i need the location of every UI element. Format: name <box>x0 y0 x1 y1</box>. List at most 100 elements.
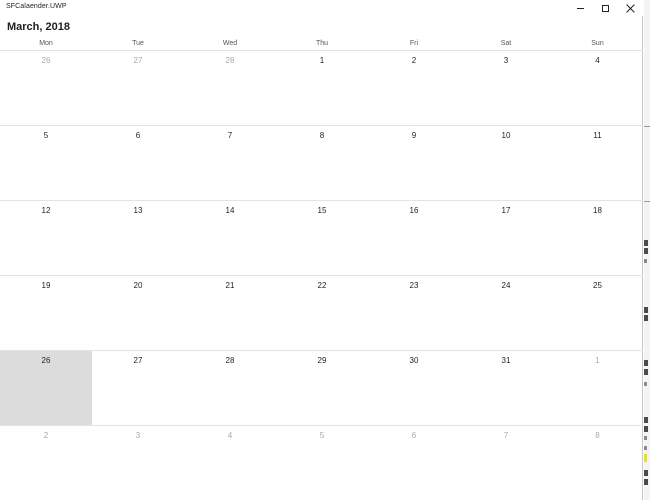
day-cell[interactable]: 2 <box>0 426 92 500</box>
day-number: 15 <box>317 206 327 215</box>
day-cell[interactable]: 27 <box>92 51 184 126</box>
day-cell[interactable]: 14 <box>184 201 276 276</box>
month-grid: 26 27 28 1 2 3 4 5 6 7 8 9 10 11 12 13 14 15 16 17 18 19 20 21 2… <box>0 51 643 500</box>
day-cell[interactable]: 5 <box>0 126 92 201</box>
day-cell[interactable]: 27 <box>92 351 184 426</box>
day-cell[interactable]: 10 <box>460 126 552 201</box>
day-number: 1 <box>319 56 325 65</box>
day-cell[interactable]: 6 <box>92 126 184 201</box>
day-number: 3 <box>135 431 141 440</box>
day-number: 10 <box>501 131 511 140</box>
day-cell[interactable]: 8 <box>276 126 368 201</box>
day-number: 18 <box>593 206 602 215</box>
weekday-label-tue: Tue <box>132 40 144 47</box>
day-cell[interactable]: 3 <box>460 51 552 126</box>
day-number: 27 <box>133 356 143 365</box>
day-cell[interactable]: 15 <box>276 201 368 276</box>
background-highlight <box>644 454 647 462</box>
day-cell[interactable]: 11 <box>552 126 643 201</box>
day-number: 3 <box>503 56 509 65</box>
day-number: 21 <box>225 281 235 290</box>
background-text-fragment <box>644 240 648 246</box>
weekday-header-row: Mon Tue Wed Thu Fri Sat Sun <box>0 40 643 51</box>
day-cell[interactable]: 19 <box>0 276 92 351</box>
day-number: 29 <box>317 356 327 365</box>
minimize-button[interactable] <box>567 0 593 16</box>
day-cell[interactable]: 4 <box>184 426 276 500</box>
day-cell[interactable]: 28 <box>184 51 276 126</box>
day-cell[interactable]: 23 <box>368 276 460 351</box>
background-text-fragment <box>644 436 647 440</box>
day-number: 13 <box>133 206 143 215</box>
weekday-label-sat: Sat <box>500 40 512 47</box>
day-cell[interactable]: 7 <box>460 426 552 500</box>
day-cell[interactable]: 28 <box>184 351 276 426</box>
day-number: 14 <box>225 206 235 215</box>
day-cell[interactable]: 2 <box>368 51 460 126</box>
close-button[interactable] <box>617 0 643 16</box>
day-cell[interactable]: 17 <box>460 201 552 276</box>
background-text-fragment <box>644 259 647 263</box>
day-cell[interactable]: 8 <box>552 426 643 500</box>
day-cell[interactable]: 6 <box>368 426 460 500</box>
month-header[interactable]: March, 2018 <box>7 21 70 33</box>
background-text-fragment <box>644 417 648 423</box>
day-cell[interactable]: 25 <box>552 276 643 351</box>
day-cell[interactable]: 18 <box>552 201 643 276</box>
day-cell-selected[interactable]: 26 <box>0 351 92 426</box>
weekday-label-fri: Fri <box>409 40 419 47</box>
day-cell[interactable]: 21 <box>184 276 276 351</box>
app-title: SFCalaender.UWP <box>6 3 67 10</box>
day-number: 2 <box>411 56 417 65</box>
background-text-fragment <box>644 426 648 432</box>
day-number: 23 <box>409 281 419 290</box>
day-cell[interactable]: 16 <box>368 201 460 276</box>
day-number: 24 <box>501 281 511 290</box>
day-cell[interactable]: 12 <box>0 201 92 276</box>
day-number: 22 <box>317 281 327 290</box>
background-window-edge <box>644 0 650 500</box>
minimize-icon <box>576 7 584 9</box>
day-number: 5 <box>43 131 49 140</box>
day-cell[interactable]: 24 <box>460 276 552 351</box>
day-cell[interactable]: 13 <box>92 201 184 276</box>
day-cell[interactable]: 29 <box>276 351 368 426</box>
day-number: 28 <box>225 56 235 65</box>
background-text-fragment <box>644 307 648 313</box>
day-cell[interactable]: 26 <box>0 51 92 126</box>
background-text-fragment <box>644 470 648 476</box>
background-text-fragment <box>644 360 648 366</box>
day-cell[interactable]: 9 <box>368 126 460 201</box>
day-number: 20 <box>133 281 143 290</box>
day-number: 2 <box>43 431 49 440</box>
background-text-fragment <box>644 479 648 485</box>
background-text-fragment <box>644 369 648 375</box>
day-cell[interactable]: 7 <box>184 126 276 201</box>
maximize-icon <box>601 4 609 12</box>
day-number: 7 <box>227 131 233 140</box>
background-divider <box>644 201 650 202</box>
day-cell[interactable]: 3 <box>92 426 184 500</box>
day-number: 9 <box>411 131 417 140</box>
app-window: SFCalaender.UWP March, 2018 Mon Tue Wed … <box>0 0 643 500</box>
maximize-button[interactable] <box>592 0 618 16</box>
background-text-fragment <box>644 382 647 386</box>
day-cell[interactable]: 1 <box>552 351 643 426</box>
day-cell[interactable]: 4 <box>552 51 643 126</box>
day-cell[interactable]: 22 <box>276 276 368 351</box>
day-number: 16 <box>409 206 419 215</box>
day-cell[interactable]: 31 <box>460 351 552 426</box>
day-number: 25 <box>593 281 602 290</box>
day-cell[interactable]: 20 <box>92 276 184 351</box>
day-number: 19 <box>41 281 51 290</box>
day-number: 27 <box>133 56 143 65</box>
day-number: 1 <box>595 356 600 365</box>
day-cell[interactable]: 1 <box>276 51 368 126</box>
weekday-label-wed: Wed <box>222 40 238 47</box>
day-cell[interactable]: 5 <box>276 426 368 500</box>
day-number: 5 <box>319 431 325 440</box>
title-bar[interactable]: SFCalaender.UWP <box>0 0 643 16</box>
weekday-label-mon: Mon <box>39 40 53 47</box>
background-divider <box>644 126 650 127</box>
day-cell[interactable]: 30 <box>368 351 460 426</box>
